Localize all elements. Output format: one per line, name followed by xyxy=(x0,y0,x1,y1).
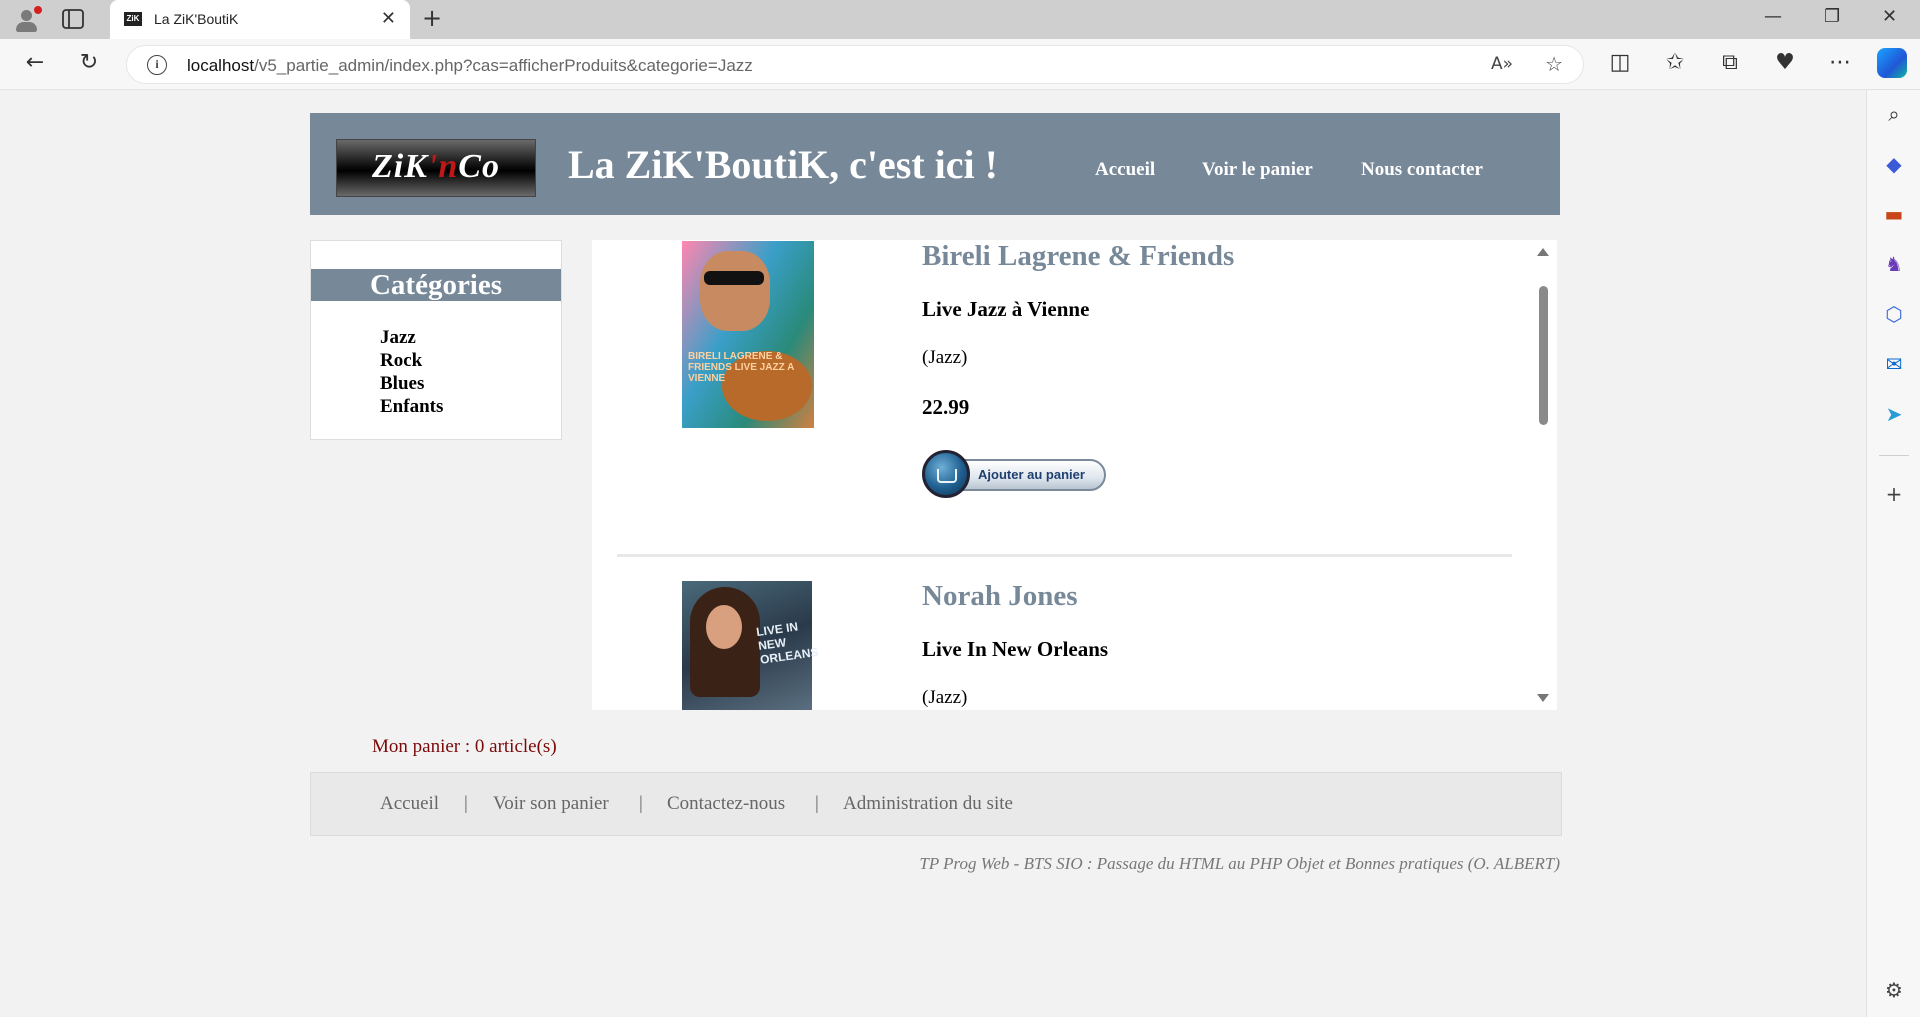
scrollbar-thumb[interactable] xyxy=(1539,286,1548,425)
cover-text: LIVE IN NEW ORLEANS xyxy=(755,619,820,667)
browser-tab-active[interactable]: ZiK La ZiK'BoutiK ✕ xyxy=(110,0,410,39)
tools-icon[interactable]: ▬ xyxy=(1882,202,1906,226)
reload-icon[interactable]: ↻ xyxy=(74,50,104,75)
address-bar[interactable]: i localhost/v5_partie_admin/index.php?ca… xyxy=(126,45,1584,84)
logo-text-a: ZiK xyxy=(372,148,428,185)
product-artist: Norah Jones xyxy=(922,580,1078,612)
favorites-icon[interactable]: ✩ xyxy=(1660,50,1690,75)
split-screen-icon[interactable]: ◫ xyxy=(1605,50,1635,75)
category-blues[interactable]: Blues xyxy=(380,373,424,395)
edge-sidebar: ⌕ ◆ ▬ ♞ ⬡ ✉ ➤ + ⚙ xyxy=(1866,90,1920,1017)
footer-link-panier[interactable]: Voir son panier xyxy=(493,793,609,815)
browser-toolbar: ← ↻ i localhost/v5_partie_admin/index.ph… xyxy=(0,39,1920,90)
categories-title: Catégories xyxy=(311,269,561,301)
scroll-up-arrow-icon[interactable] xyxy=(1537,248,1549,256)
product-category: (Jazz) xyxy=(922,347,968,368)
product-album: Live In New Orleans xyxy=(922,637,1109,661)
footer-nav: Accueil | Voir son panier | Contactez-no… xyxy=(310,772,1562,836)
url-text[interactable]: localhost/v5_partie_admin/index.php?cas=… xyxy=(187,56,753,76)
footer-link-admin[interactable]: Administration du site xyxy=(843,793,1013,815)
product-price: 22.99 xyxy=(922,395,970,419)
new-tab-icon[interactable]: + xyxy=(422,4,442,32)
games-icon[interactable]: ♞ xyxy=(1882,252,1906,276)
copilot-icon[interactable] xyxy=(1877,48,1907,78)
category-enfants[interactable]: Enfants xyxy=(380,396,443,418)
cover-text: BIRELI LAGRENE & FRIENDS LIVE JAZZ A VIE… xyxy=(688,351,794,384)
back-icon[interactable]: ← xyxy=(20,50,50,75)
categories-box: Catégories Jazz Rock Blues Enfants xyxy=(310,240,562,440)
site-title: La ZiK'BoutiK, c'est ici ! xyxy=(568,142,998,187)
site-header: ZiK'nCo La ZiK'BoutiK, c'est ici ! Accue… xyxy=(310,113,1560,215)
settings-gear-icon[interactable]: ⚙ xyxy=(1882,978,1906,1002)
site-logo[interactable]: ZiK'nCo xyxy=(336,139,536,197)
web-page: ZiK'nCo La ZiK'BoutiK, c'est ici ! Accue… xyxy=(0,90,1866,1017)
nav-voir-panier[interactable]: Voir le panier xyxy=(1202,159,1313,181)
url-path: /v5_partie_admin/index.php?cas=afficherP… xyxy=(254,56,753,75)
cart-summary[interactable]: Mon panier : 0 article(s) xyxy=(372,736,557,758)
product-artist: Bireli Lagrene & Friends xyxy=(922,240,1235,272)
minimize-icon[interactable]: — xyxy=(1764,6,1782,27)
outlook-icon[interactable]: ✉ xyxy=(1882,352,1906,376)
product-divider xyxy=(617,554,1512,557)
profile-icon[interactable] xyxy=(12,6,42,34)
collections-icon[interactable]: ⧉ xyxy=(1715,50,1745,75)
product-cover-image[interactable]: BIRELI LAGRENE & FRIENDS LIVE JAZZ A VIE… xyxy=(682,241,814,428)
send-icon[interactable]: ➤ xyxy=(1882,402,1906,426)
footer-credit: TP Prog Web - BTS SIO : Passage du HTML … xyxy=(919,854,1560,873)
tab-favicon-icon: ZiK xyxy=(124,12,142,26)
microsoft365-icon[interactable]: ⬡ xyxy=(1882,302,1906,326)
tab-actions-icon[interactable] xyxy=(62,9,84,29)
footer-separator: | xyxy=(464,793,468,814)
read-aloud-icon[interactable]: A» xyxy=(1491,54,1513,74)
product-category: (Jazz) xyxy=(922,687,968,708)
shopping-tag-icon[interactable]: ◆ xyxy=(1882,152,1906,176)
favorite-star-icon[interactable]: ☆ xyxy=(1545,52,1563,76)
nav-accueil[interactable]: Accueil xyxy=(1095,159,1155,181)
search-icon[interactable]: ⌕ xyxy=(1882,102,1906,126)
footer-separator: | xyxy=(639,793,643,814)
logo-text-c: Co xyxy=(458,148,500,185)
add-to-cart-label: Ajouter au panier xyxy=(978,467,1085,482)
category-jazz[interactable]: Jazz xyxy=(380,327,416,349)
browser-essentials-icon[interactable]: ♥ xyxy=(1770,50,1800,75)
more-menu-icon[interactable]: ⋯ xyxy=(1825,50,1855,75)
footer-separator: | xyxy=(815,793,819,814)
restore-icon[interactable]: ❐ xyxy=(1824,6,1840,27)
footer-link-contact[interactable]: Contactez-nous xyxy=(667,793,785,815)
footer-link-accueil[interactable]: Accueil xyxy=(380,793,439,815)
sidebar-separator xyxy=(1879,455,1909,456)
product-list[interactable]: BIRELI LAGRENE & FRIENDS LIVE JAZZ A VIE… xyxy=(592,240,1557,710)
scroll-down-arrow-icon[interactable] xyxy=(1537,694,1549,702)
nav-nous-contacter[interactable]: Nous contacter xyxy=(1361,159,1483,181)
site-info-icon[interactable]: i xyxy=(147,55,167,75)
tab-close-icon[interactable]: ✕ xyxy=(381,8,396,29)
url-host: localhost xyxy=(187,56,255,75)
basket-icon xyxy=(922,450,970,498)
category-rock[interactable]: Rock xyxy=(380,350,422,372)
browser-tab-bar: ZiK La ZiK'BoutiK ✕ + — ❐ ✕ xyxy=(0,0,1920,39)
window-close-icon[interactable]: ✕ xyxy=(1882,6,1897,27)
add-sidebar-icon[interactable]: + xyxy=(1882,482,1906,506)
product-album: Live Jazz à Vienne xyxy=(922,297,1090,321)
product-cover-image[interactable]: LIVE IN NEW ORLEANS xyxy=(682,581,819,710)
logo-text-b: 'n xyxy=(427,148,459,185)
tab-title: La ZiK'BoutiK xyxy=(154,11,239,27)
add-to-cart-button[interactable]: Ajouter au panier xyxy=(922,450,1108,498)
